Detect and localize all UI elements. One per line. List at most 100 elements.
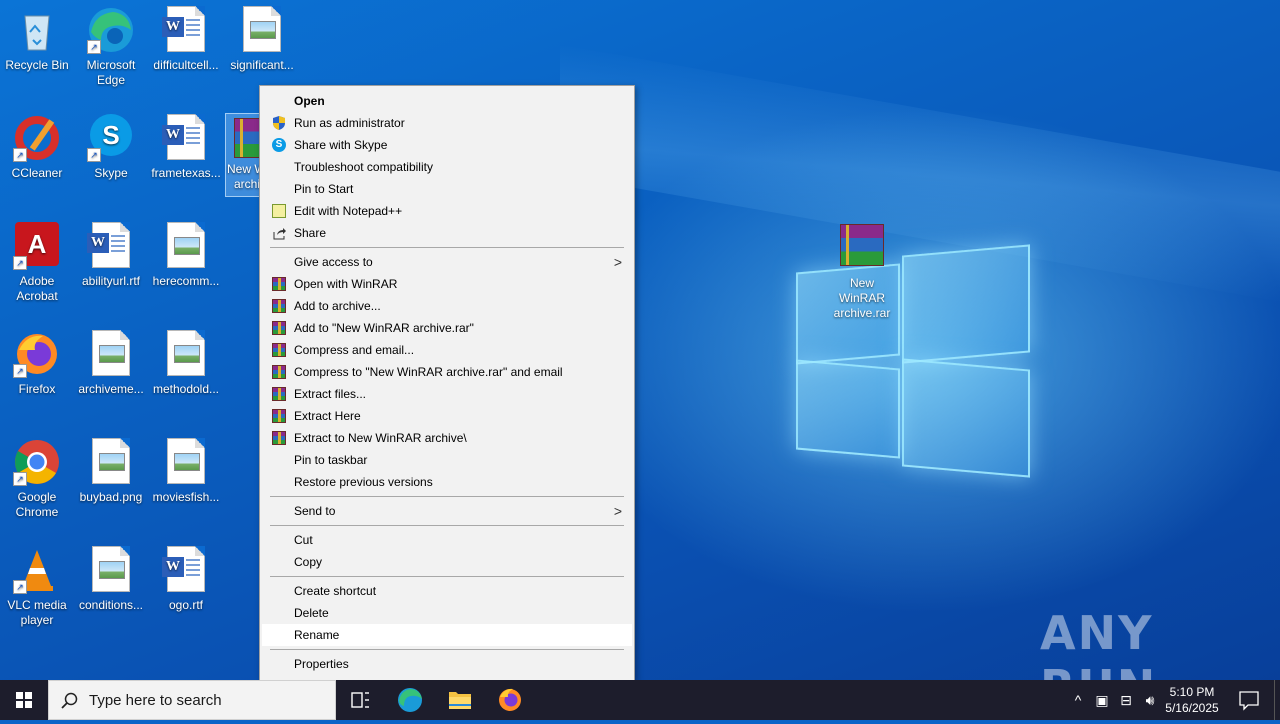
- winrar-icon: [272, 343, 286, 357]
- windows-start-icon: [16, 692, 32, 708]
- menu-item-add-to-new-winrar-archive[interactable]: Add to "New WinRAR archive.rar": [262, 317, 632, 339]
- menu-item-add-to-archive[interactable]: Add to archive...: [262, 295, 632, 317]
- desktop-icon-abilityurl[interactable]: W abilityurl.rtf: [76, 222, 146, 289]
- desktop-icon-buybad[interactable]: buybad.png: [76, 438, 146, 505]
- word-document-icon: W: [162, 6, 210, 54]
- uac-shield-icon: [273, 116, 285, 130]
- menu-separator: [270, 247, 624, 248]
- menu-item-extract-to-folder[interactable]: Extract to New WinRAR archive\: [262, 427, 632, 449]
- menu-item-rename[interactable]: Rename: [262, 624, 632, 646]
- desktop-icon-adobe-acrobat[interactable]: A ↗ Adobe Acrobat: [2, 222, 72, 304]
- chevron-right-icon: >: [613, 254, 622, 270]
- desktop-icon-skype[interactable]: S ↗ Skype: [76, 114, 146, 181]
- desktop-icon-difficultcell[interactable]: W difficultcell...: [151, 6, 221, 73]
- folder-icon: [449, 692, 471, 709]
- taskbar: Type here to search ^ ▣ ⊟ 🔊︎ 5:10 PM 5/1…: [0, 680, 1280, 720]
- task-view-icon: [351, 692, 369, 708]
- image-file-icon: [238, 6, 286, 54]
- vlc-icon: ↗: [13, 546, 61, 594]
- menu-item-share[interactable]: Share: [262, 222, 632, 244]
- menu-item-send-to[interactable]: Send to >: [262, 500, 632, 522]
- menu-separator: [270, 496, 624, 497]
- show-desktop-button[interactable]: [1274, 680, 1280, 720]
- menu-item-cut[interactable]: Cut: [262, 529, 632, 551]
- menu-item-pin-to-start[interactable]: Pin to Start: [262, 178, 632, 200]
- winrar-icon: [272, 387, 286, 401]
- winrar-icon: [272, 321, 286, 335]
- menu-item-extract-here[interactable]: Extract Here: [262, 405, 632, 427]
- menu-item-extract-files[interactable]: Extract files...: [262, 383, 632, 405]
- taskbar-file-explorer[interactable]: [436, 680, 484, 720]
- show-hidden-icons-chevron-up-icon[interactable]: ^: [1068, 690, 1088, 710]
- word-document-icon: W: [87, 222, 135, 270]
- image-file-icon: [162, 222, 210, 270]
- action-center-button[interactable]: [1234, 680, 1264, 720]
- menu-item-restore-previous-versions[interactable]: Restore previous versions: [262, 471, 632, 493]
- desktop-icon-new-winrar-archive[interactable]: New WinRAR archive.rar: [826, 224, 898, 321]
- anyrun-watermark: ANY RUN: [1040, 606, 1155, 680]
- adobe-acrobat-icon: A ↗: [13, 222, 61, 270]
- edge-icon: [398, 688, 422, 712]
- menu-item-properties[interactable]: Properties: [262, 653, 632, 675]
- word-document-icon: W: [162, 114, 210, 162]
- taskbar-edge[interactable]: [386, 680, 434, 720]
- image-file-icon: [87, 438, 135, 486]
- meet-now-icon[interactable]: ▣: [1092, 690, 1112, 710]
- desktop-icon-ccleaner[interactable]: ↗ CCleaner: [2, 114, 72, 181]
- desktop-icon-conditions[interactable]: conditions...: [76, 546, 146, 613]
- menu-item-open[interactable]: Open: [262, 90, 632, 112]
- start-button[interactable]: [0, 680, 48, 720]
- menu-item-run-as-administrator[interactable]: Run as administrator: [262, 112, 632, 134]
- image-file-icon: [87, 330, 135, 378]
- menu-separator: [270, 576, 624, 577]
- winrar-icon: [272, 277, 286, 291]
- task-view-button[interactable]: [336, 680, 384, 720]
- menu-item-delete[interactable]: Delete: [262, 602, 632, 624]
- menu-item-copy[interactable]: Copy: [262, 551, 632, 573]
- menu-item-compress-to-rar-and-email[interactable]: Compress to "New WinRAR archive.rar" and…: [262, 361, 632, 383]
- chrome-icon: ↗: [13, 438, 61, 486]
- notepadpp-icon: [272, 204, 286, 218]
- desktop-icon-methodold[interactable]: methodold...: [151, 330, 221, 397]
- winrar-archive-icon: [838, 224, 886, 272]
- notification-icon: [1239, 691, 1259, 711]
- menu-item-create-shortcut[interactable]: Create shortcut: [262, 580, 632, 602]
- winrar-icon: [272, 431, 286, 445]
- search-icon: [61, 692, 78, 709]
- firefox-icon: [499, 688, 521, 711]
- winrar-icon: [272, 409, 286, 423]
- firefox-icon: ↗: [13, 330, 61, 378]
- menu-item-open-with-winrar[interactable]: Open with WinRAR: [262, 273, 632, 295]
- winrar-icon: [272, 365, 286, 379]
- taskbar-firefox[interactable]: [486, 680, 534, 720]
- desktop-icon-microsoft-edge[interactable]: ↗ Microsoft Edge: [76, 6, 146, 88]
- desktop-icon-archiveme[interactable]: archiveme...: [76, 330, 146, 397]
- desktop-icon-moviesfish[interactable]: moviesfish...: [151, 438, 221, 505]
- desktop-icon-significant[interactable]: significant...: [227, 6, 297, 73]
- share-icon: [273, 228, 286, 240]
- recycle-bin-icon: [13, 6, 61, 54]
- menu-item-pin-to-taskbar[interactable]: Pin to taskbar: [262, 449, 632, 471]
- menu-separator: [270, 525, 624, 526]
- menu-item-edit-with-notepadpp[interactable]: Edit with Notepad++: [262, 200, 632, 222]
- image-file-icon: [162, 330, 210, 378]
- menu-item-compress-and-email[interactable]: Compress and email...: [262, 339, 632, 361]
- network-icon[interactable]: ⊟: [1116, 690, 1136, 710]
- taskbar-clock[interactable]: 5:10 PM 5/16/2025: [1150, 680, 1234, 724]
- ccleaner-icon: ↗: [13, 114, 61, 162]
- desktop-icon-firefox[interactable]: ↗ Firefox: [2, 330, 72, 397]
- skype-icon: S: [272, 138, 286, 152]
- menu-item-give-access-to[interactable]: Give access to >: [262, 251, 632, 273]
- desktop-icon-herecomm[interactable]: herecomm...: [151, 222, 221, 289]
- desktop-icon-recycle-bin[interactable]: Recycle Bin: [2, 6, 72, 73]
- menu-separator: [270, 649, 624, 650]
- image-file-icon: [87, 546, 135, 594]
- desktop-icon-ogo[interactable]: W ogo.rtf: [151, 546, 221, 613]
- desktop-icon-google-chrome[interactable]: ↗ Google Chrome: [2, 438, 72, 520]
- menu-item-share-with-skype[interactable]: S Share with Skype: [262, 134, 632, 156]
- menu-item-troubleshoot-compatibility[interactable]: Troubleshoot compatibility: [262, 156, 632, 178]
- desktop[interactable]: Recycle Bin ↗ CCleaner A ↗ Adobe Acrobat…: [0, 0, 1280, 680]
- desktop-icon-vlc[interactable]: ↗ VLC media player: [2, 546, 72, 628]
- desktop-icon-frametexas[interactable]: W frametexas...: [151, 114, 221, 181]
- taskbar-search-box[interactable]: Type here to search: [48, 680, 336, 720]
